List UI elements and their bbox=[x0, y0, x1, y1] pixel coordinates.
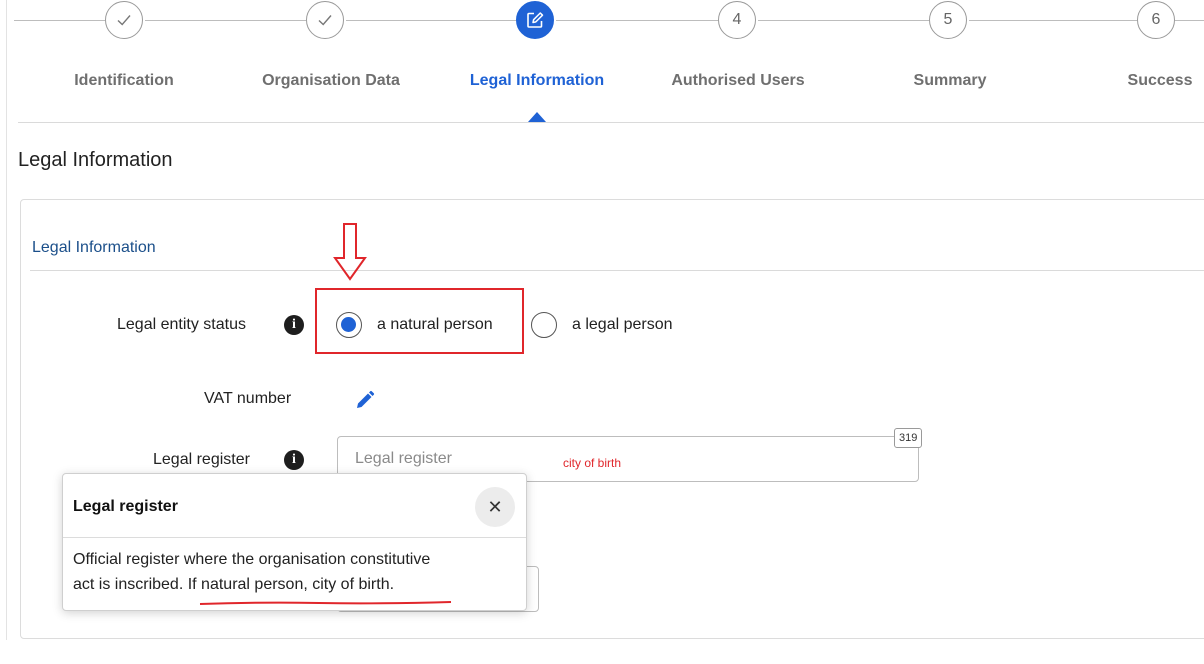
stepper-connector bbox=[969, 20, 1137, 21]
legal-entity-info-icon[interactable]: i bbox=[284, 315, 304, 335]
check-icon bbox=[117, 15, 131, 26]
legal-register-popover: Legal register ✕ Official register where… bbox=[62, 473, 527, 611]
stepper-connector bbox=[1175, 20, 1204, 21]
edit-icon bbox=[527, 12, 544, 28]
stepper-divider bbox=[18, 122, 1204, 123]
close-icon[interactable]: ✕ bbox=[475, 487, 515, 527]
wizard-stepper: 4 5 6 Identification Organisation Data L… bbox=[0, 0, 1204, 126]
popover-title: Legal register bbox=[73, 498, 178, 515]
step-3-active-icon[interactable] bbox=[516, 1, 554, 39]
legal-register-label: Legal register bbox=[153, 451, 250, 468]
check-icon bbox=[318, 15, 332, 26]
step-5-number: 5 bbox=[943, 11, 953, 28]
step-label-authorised-users[interactable]: Authorised Users bbox=[671, 72, 804, 90]
popover-body-line2-start: act is inscribed. bbox=[73, 576, 188, 593]
step-4-number: 4 bbox=[732, 11, 742, 28]
vat-number-label: VAT number bbox=[204, 390, 292, 407]
step-label-success[interactable]: Success bbox=[1128, 72, 1193, 90]
popover-body-highlight: If natural person, city of birth. bbox=[187, 576, 395, 593]
stepper-connector bbox=[758, 20, 929, 21]
step-6-number: 6 bbox=[1151, 11, 1161, 28]
stepper-connector bbox=[14, 20, 105, 21]
annotation-city-of-birth: city of birth bbox=[563, 456, 622, 470]
active-step-caret-icon bbox=[528, 112, 546, 122]
pencil-icon[interactable] bbox=[355, 390, 375, 410]
popover-body-line1: Official register where the organisation… bbox=[73, 551, 431, 568]
annotation-underline bbox=[199, 601, 452, 605]
legal-person-radio[interactable] bbox=[531, 312, 557, 338]
page-title: Legal Information bbox=[18, 149, 173, 171]
annotation-highlight-box bbox=[315, 288, 524, 354]
step-2-complete-icon[interactable] bbox=[306, 1, 344, 39]
popover-body: Official register where the organisation… bbox=[73, 547, 518, 597]
legal-entity-status-label: Legal entity status bbox=[117, 316, 246, 333]
legal-register-info-icon[interactable]: i bbox=[284, 450, 304, 470]
annotation-arrow-icon bbox=[333, 223, 367, 281]
step-1-complete-icon[interactable] bbox=[105, 1, 143, 39]
section-title: Legal Information bbox=[32, 239, 156, 256]
step-5-circle[interactable]: 5 bbox=[929, 1, 967, 39]
section-divider bbox=[30, 270, 1204, 271]
step-label-summary[interactable]: Summary bbox=[914, 72, 987, 90]
legal-register-placeholder: Legal register bbox=[355, 450, 452, 467]
step-4-circle[interactable]: 4 bbox=[718, 1, 756, 39]
legal-person-label[interactable]: a legal person bbox=[572, 316, 673, 334]
step-6-circle[interactable]: 6 bbox=[1137, 1, 1175, 39]
popover-divider bbox=[63, 537, 526, 538]
char-count-badge: 319 bbox=[894, 428, 923, 448]
stepper-connector bbox=[346, 20, 516, 21]
stepper-connector bbox=[145, 20, 306, 21]
step-label-organisation-data[interactable]: Organisation Data bbox=[262, 72, 400, 90]
stepper-connector bbox=[556, 20, 718, 21]
step-label-legal-information[interactable]: Legal Information bbox=[470, 72, 604, 90]
step-label-identification[interactable]: Identification bbox=[74, 72, 174, 90]
